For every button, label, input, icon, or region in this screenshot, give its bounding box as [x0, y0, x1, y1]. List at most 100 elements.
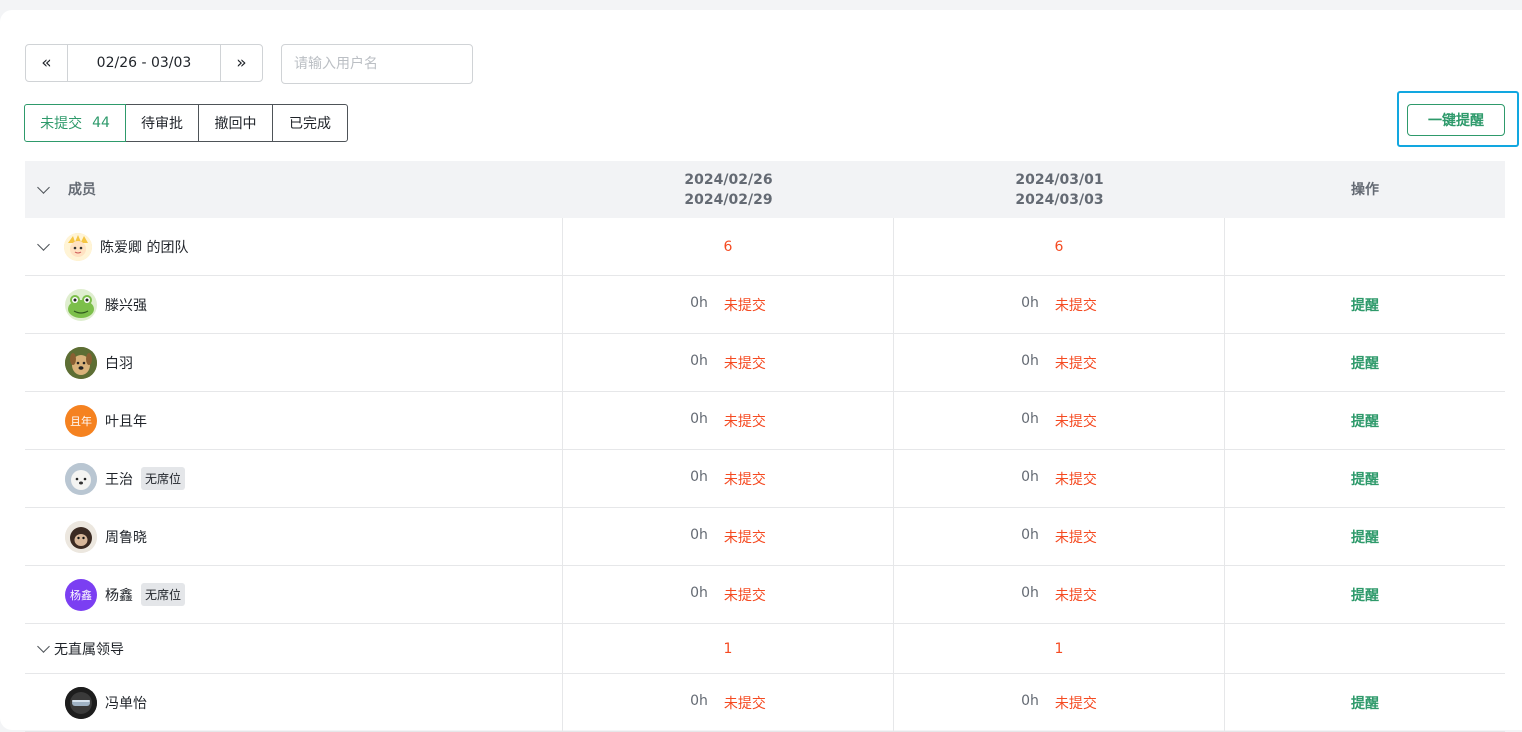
- unsubmitted-count: 6: [723, 238, 733, 255]
- status-unsubmitted: 未提交: [723, 413, 766, 430]
- status-unsubmitted: 未提交: [723, 529, 766, 546]
- unsubmitted-count: 1: [1054, 640, 1064, 657]
- table-row: 杨鑫 杨鑫 无席位 0h 未提交 0h 未提交 提醒: [25, 566, 1505, 624]
- table-row: 周鲁晓 0h 未提交 0h 未提交 提醒: [25, 508, 1505, 566]
- tab-unsubmitted[interactable]: 未提交 44: [24, 104, 126, 142]
- member-name: 白羽: [105, 355, 133, 372]
- initials-avatar: 杨鑫: [65, 578, 97, 611]
- week1-cell: 0h 未提交: [563, 276, 894, 333]
- tab-label: 未提交: [40, 116, 83, 132]
- double-chevron-right-icon: »: [236, 53, 247, 73]
- table-row: 王治 无席位 0h 未提交 0h 未提交 提醒: [25, 450, 1505, 508]
- week2-cell: 0h 未提交: [894, 508, 1225, 565]
- group-week2-cell: 1: [894, 624, 1225, 673]
- week1-cell: 0h 未提交: [563, 392, 894, 449]
- status-unsubmitted: 未提交: [723, 587, 766, 604]
- chevron-down-icon[interactable]: [37, 181, 50, 194]
- status-unsubmitted: 未提交: [1054, 587, 1097, 604]
- username-search-input[interactable]: [281, 44, 473, 84]
- status-unsubmitted: 未提交: [723, 297, 766, 314]
- table-row: 冯单怡 0h 未提交 0h 未提交 提醒: [25, 674, 1505, 732]
- timesheet-table: 成员 2024/02/26 2024/02/29 2024/03/01 2024…: [25, 161, 1505, 732]
- team-name: 陈爱卿 的团队: [100, 239, 189, 256]
- helmet-avatar: [65, 686, 97, 719]
- team-week1-cell: 6: [563, 218, 894, 275]
- header-operation: 操作: [1225, 161, 1505, 218]
- no-seat-badge: 无席位: [141, 583, 186, 606]
- week2-cell: 0h 未提交: [894, 450, 1225, 507]
- hours-value: 0h: [1021, 584, 1039, 601]
- group-week1-cell: 1: [563, 624, 894, 673]
- status-unsubmitted: 未提交: [723, 471, 766, 488]
- header-week1: 2024/02/26 2024/02/29: [563, 161, 894, 218]
- week1-cell: 0h 未提交: [563, 334, 894, 391]
- next-week-button[interactable]: »: [220, 45, 262, 81]
- hours-value: 0h: [690, 468, 708, 485]
- member-cell: 周鲁晓: [25, 508, 563, 565]
- status-unsubmitted: 未提交: [723, 695, 766, 712]
- member-name: 杨鑫: [105, 587, 133, 604]
- table-header: 成员 2024/02/26 2024/02/29 2024/03/01 2024…: [25, 161, 1505, 218]
- hours-value: 0h: [1021, 352, 1039, 369]
- status-filter-tabs: 未提交 44 待审批 撤回中 已完成: [24, 104, 348, 142]
- chevron-down-icon[interactable]: [37, 238, 50, 251]
- monkey-avatar: [65, 520, 97, 553]
- unsubmitted-count: 1: [723, 640, 733, 657]
- initials-avatar: 且年: [65, 404, 97, 437]
- hours-value: 0h: [690, 294, 708, 311]
- status-unsubmitted: 未提交: [1054, 355, 1097, 372]
- frog-avatar: [65, 288, 97, 321]
- header-week2: 2024/03/01 2024/03/03: [894, 161, 1225, 218]
- remind-button[interactable]: 提醒: [1225, 693, 1505, 713]
- hours-value: 0h: [690, 584, 708, 601]
- table-row: 白羽 0h 未提交 0h 未提交 提醒: [25, 334, 1505, 392]
- team-row: 陈爱卿 的团队 6 6: [25, 218, 1505, 276]
- double-chevron-left-icon: «: [41, 53, 52, 73]
- unsubmitted-count: 6: [1054, 238, 1064, 255]
- week2-cell: 0h 未提交: [894, 276, 1225, 333]
- tab-completed[interactable]: 已完成: [272, 104, 348, 142]
- white-dog-avatar: [65, 462, 97, 495]
- status-unsubmitted: 未提交: [1054, 413, 1097, 430]
- status-unsubmitted: 未提交: [1054, 471, 1097, 488]
- week1-cell: 0h 未提交: [563, 566, 894, 623]
- remind-button[interactable]: 提醒: [1225, 527, 1505, 547]
- team-op-cell: [1225, 218, 1505, 275]
- tab-count: 44: [92, 115, 110, 131]
- op-cell: 提醒: [1225, 276, 1505, 333]
- member-cell: 杨鑫 杨鑫 无席位: [25, 566, 563, 623]
- week2-cell: 0h 未提交: [894, 334, 1225, 391]
- tab-pending-approval[interactable]: 待审批: [125, 104, 199, 142]
- member-cell: 冯单怡: [25, 674, 563, 731]
- chevron-down-icon[interactable]: [37, 640, 50, 653]
- team-member-cell: 陈爱卿 的团队: [25, 218, 563, 275]
- table-row: 滕兴强 0h 未提交 0h 未提交 提醒: [25, 276, 1505, 334]
- tab-label: 已完成: [289, 116, 331, 132]
- remind-button[interactable]: 提醒: [1225, 295, 1505, 315]
- member-cell: 滕兴强: [25, 276, 563, 333]
- remind-button[interactable]: 提醒: [1225, 411, 1505, 431]
- op-cell: 提醒: [1225, 566, 1505, 623]
- hours-value: 0h: [690, 352, 708, 369]
- date-range-label[interactable]: 02/26 - 03/03: [68, 45, 220, 81]
- remind-button[interactable]: 提醒: [1225, 585, 1505, 605]
- member-name: 王治: [105, 471, 133, 488]
- hours-value: 0h: [690, 526, 708, 543]
- dog-photo-avatar: [65, 346, 97, 379]
- remind-button[interactable]: 提醒: [1225, 353, 1505, 373]
- timesheet-card: « 02/26 - 03/03 » 未提交 44 待审批 撤回中 已完成 一键提…: [0, 10, 1522, 732]
- tab-withdrawing[interactable]: 撤回中: [198, 104, 273, 142]
- op-cell: 提醒: [1225, 674, 1505, 731]
- group-name: 无直属领导: [54, 641, 124, 658]
- header-operation-label: 操作: [1351, 181, 1379, 198]
- status-unsubmitted: 未提交: [1054, 529, 1097, 546]
- prev-week-button[interactable]: «: [26, 45, 68, 81]
- member-cell: 且年 叶且年: [25, 392, 563, 449]
- tab-label: 撤回中: [214, 116, 257, 132]
- week2-cell: 0h 未提交: [894, 566, 1225, 623]
- remind-all-button[interactable]: 一键提醒: [1407, 104, 1505, 136]
- remind-button[interactable]: 提醒: [1225, 469, 1505, 489]
- group-op-cell: [1225, 624, 1505, 673]
- date-range-picker: « 02/26 - 03/03 »: [25, 44, 263, 82]
- header-member-label: 成员: [68, 181, 96, 198]
